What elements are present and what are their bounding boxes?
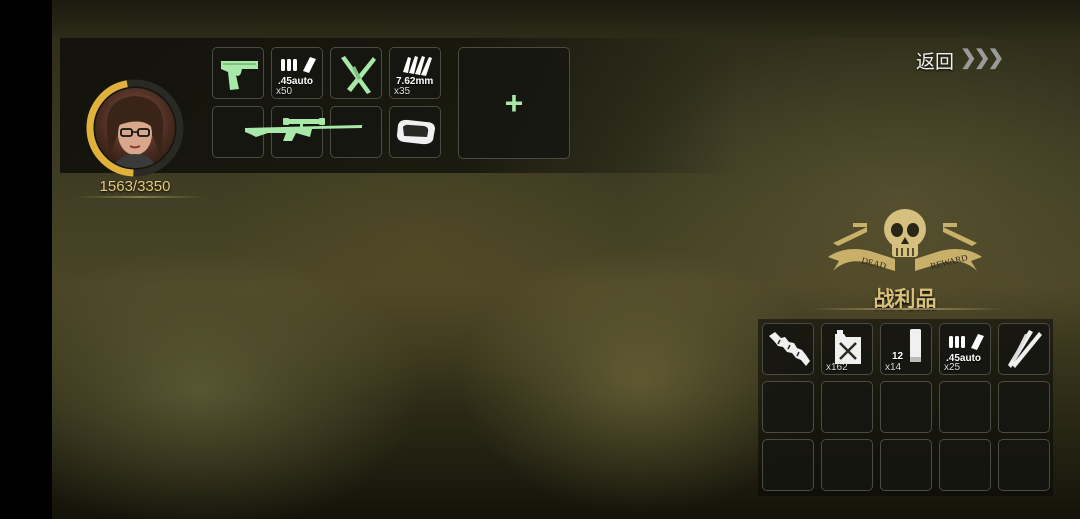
loot-slot-jerry-can[interactable]: x162 [821, 323, 873, 375]
ammo-qty: x35 [394, 86, 411, 97]
back-button[interactable]: 返回 ❯❯❯ [912, 44, 1008, 73]
loot-slot-empty[interactable] [939, 439, 991, 491]
avatar-portrait [95, 88, 175, 168]
back-label: 返回 [916, 52, 955, 73]
loot-qty: x162 [826, 362, 848, 373]
equip-slot-ammo-45[interactable]: .45auto x50 [271, 47, 323, 99]
equip-slot-knives[interactable] [330, 47, 382, 99]
loot-slot-shotgun-shells[interactable]: 12 x14 [880, 323, 932, 375]
loot-slot-empty[interactable] [998, 439, 1050, 491]
chevron-right-icon: ❯❯❯ [960, 47, 1004, 69]
loot-slot-empty[interactable] [998, 381, 1050, 433]
loot-slot-empty[interactable] [939, 381, 991, 433]
sniper-rifle-icon [245, 118, 362, 141]
skull-emblem: DEAD REWARD [828, 209, 982, 271]
left-black-bar [0, 0, 52, 519]
loot-slot-empty[interactable] [880, 381, 932, 433]
top-strip [52, 0, 1080, 38]
add-icon: + [504, 84, 524, 121]
loot-slot-branch[interactable] [762, 323, 814, 375]
loot-slot-empty[interactable] [762, 381, 814, 433]
loot-slot-knives[interactable] [998, 323, 1050, 375]
loot-slot-empty[interactable] [880, 439, 932, 491]
shell-gauge: 12 [892, 351, 904, 362]
loot-divider [810, 308, 1005, 310]
loot-qty: x14 [885, 362, 902, 373]
equip-slot-ammo-762[interactable]: 7.62mm x35 [389, 47, 441, 99]
loot-slot-empty[interactable] [821, 439, 873, 491]
loot-qty: x25 [944, 362, 961, 373]
loot-slot-empty[interactable] [821, 381, 873, 433]
equip-slot-armor[interactable] [389, 106, 441, 158]
knives-icon [341, 56, 376, 94]
loot-slot-ammo-45[interactable]: .45auto x25 [939, 323, 991, 375]
branch-icon [769, 332, 810, 366]
hp-counter: 1563/3350 [99, 178, 171, 195]
add-equipment-button[interactable]: + [458, 47, 570, 159]
ammo-qty: x50 [276, 86, 293, 97]
equip-slot-pistol[interactable] [212, 47, 264, 99]
knives-icon [1008, 330, 1042, 368]
pistol-icon [221, 61, 258, 90]
loot-slot-empty[interactable] [762, 439, 814, 491]
hp-underline [75, 196, 205, 198]
player-avatar[interactable] [85, 78, 185, 178]
armor-icon [397, 119, 435, 145]
